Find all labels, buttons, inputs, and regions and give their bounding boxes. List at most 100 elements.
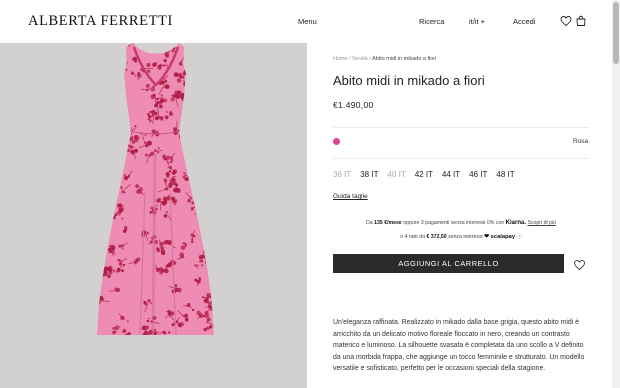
flower-motif bbox=[201, 146, 213, 156]
flower-motif bbox=[210, 274, 214, 283]
flower-motif bbox=[105, 208, 115, 219]
size-guide-link[interactable]: Guida taglie bbox=[333, 193, 368, 200]
klarna-logo: Klarna. bbox=[505, 220, 526, 226]
size-option[interactable]: 46 IT bbox=[469, 170, 487, 179]
flower-motif bbox=[192, 113, 204, 126]
flower-motif bbox=[104, 86, 112, 100]
flower-motif bbox=[97, 132, 107, 143]
brand-logo[interactable]: ALBERTA FERRETTI bbox=[28, 13, 173, 30]
scalapay-amount: € 372,50 bbox=[426, 234, 447, 240]
flower-motif bbox=[109, 157, 120, 166]
flower-motif bbox=[210, 172, 214, 181]
flower-motif bbox=[97, 75, 101, 86]
flower-motif bbox=[186, 53, 195, 60]
size-option[interactable]: 38 IT bbox=[360, 170, 378, 179]
scalapay-installments: o 4 rate da € 372,50 senza interessi ❤ s… bbox=[333, 233, 589, 240]
breadcrumb-separator: / bbox=[369, 56, 371, 62]
size-option[interactable]: 42 IT bbox=[415, 170, 433, 179]
flower-motif bbox=[192, 51, 202, 64]
klarna-prefix: Da bbox=[366, 220, 373, 226]
breadcrumb-separator: / bbox=[349, 56, 351, 62]
flower-motif bbox=[209, 132, 214, 139]
flower-motif bbox=[198, 129, 206, 139]
flower-motif bbox=[104, 138, 115, 149]
flower-motif bbox=[102, 90, 111, 99]
scalapay-logo: ❤ scalapay bbox=[484, 234, 516, 240]
login-link[interactable]: Accedi bbox=[513, 17, 536, 26]
flower-motif bbox=[112, 43, 122, 49]
flower-motif bbox=[194, 178, 201, 188]
flower-motif bbox=[100, 141, 106, 155]
flower-motif bbox=[211, 190, 214, 198]
product-title: Abito midi in mikado a fiori bbox=[333, 73, 485, 88]
flower-motif bbox=[103, 92, 113, 102]
scrollbar-thumb[interactable] bbox=[613, 2, 619, 64]
flower-motif bbox=[210, 221, 214, 232]
flower-motif bbox=[107, 64, 118, 73]
breadcrumb: Home / Novità / Abito midi in mikado a f… bbox=[333, 56, 436, 62]
flower-motif bbox=[117, 131, 124, 142]
info-icon[interactable]: ⓘ bbox=[517, 234, 522, 240]
flower-motif bbox=[193, 82, 199, 89]
flower-motif bbox=[98, 55, 108, 70]
size-option[interactable]: 48 IT bbox=[496, 170, 514, 179]
flower-motif bbox=[109, 124, 119, 133]
bag-icon[interactable] bbox=[575, 15, 587, 27]
divider bbox=[333, 127, 589, 128]
product-price: €1.490,00 bbox=[333, 100, 374, 110]
flower-motif bbox=[195, 164, 200, 176]
color-swatch[interactable] bbox=[333, 138, 340, 145]
flower-motif bbox=[97, 92, 99, 95]
language-selector[interactable]: it/it + bbox=[469, 17, 485, 26]
wishlist-heart-icon[interactable] bbox=[573, 258, 586, 271]
flower-motif bbox=[117, 150, 125, 162]
flower-motif bbox=[97, 183, 98, 187]
size-selector: 36 IT 38 IT 40 IT 42 IT 44 IT 46 IT 48 I… bbox=[333, 170, 524, 179]
flower-motif bbox=[97, 250, 102, 259]
menu-link[interactable]: Menu bbox=[298, 17, 317, 26]
flower-motif bbox=[190, 117, 202, 123]
size-option[interactable]: 40 IT bbox=[387, 170, 405, 179]
flower-motif bbox=[103, 168, 111, 182]
flower-motif bbox=[97, 207, 108, 218]
flower-motif bbox=[200, 111, 208, 121]
scalapay-text: senza interessi bbox=[448, 234, 483, 240]
breadcrumb-home[interactable]: Home bbox=[333, 56, 348, 62]
flower-motif bbox=[97, 209, 98, 213]
flower-motif bbox=[97, 259, 99, 263]
flower-motif bbox=[105, 209, 116, 220]
add-to-cart-button[interactable]: AGGIUNGI AL CARRELLO bbox=[333, 254, 564, 273]
flower-motif bbox=[202, 81, 214, 91]
flower-motif bbox=[106, 202, 114, 214]
flower-motif bbox=[105, 165, 113, 177]
flower-motif bbox=[115, 111, 125, 117]
divider bbox=[333, 158, 589, 159]
scalapay-prefix: o 4 rate da bbox=[400, 234, 425, 240]
flower-motif bbox=[180, 115, 191, 126]
flower-motif bbox=[211, 45, 214, 51]
flower-motif bbox=[97, 217, 111, 226]
scrollbar[interactable] bbox=[612, 0, 620, 388]
flower-motif bbox=[111, 58, 122, 69]
heart-icon[interactable] bbox=[560, 15, 572, 27]
klarna-text: oppure 3 pagamenti senza interessi 0% co… bbox=[403, 220, 505, 226]
top-bar: ALBERTA FERRETTI Menu Ricerca it/it + Ac… bbox=[0, 0, 612, 43]
size-option[interactable]: 44 IT bbox=[442, 170, 460, 179]
search-link[interactable]: Ricerca bbox=[419, 17, 444, 26]
breadcrumb-section[interactable]: Novità bbox=[352, 56, 368, 62]
flower-motif bbox=[107, 47, 117, 60]
flower-motif bbox=[98, 155, 108, 167]
flower-motif bbox=[97, 103, 108, 114]
flower-motif bbox=[97, 94, 106, 102]
flower-motif bbox=[97, 155, 102, 164]
flower-motif bbox=[199, 179, 206, 194]
flower-motif bbox=[184, 149, 193, 159]
size-option[interactable]: 36 IT bbox=[333, 170, 351, 179]
flower-motif bbox=[178, 127, 188, 138]
product-image[interactable] bbox=[0, 43, 307, 388]
dress-illustration bbox=[97, 43, 214, 336]
breadcrumb-current: Abito midi in mikado a fiori bbox=[372, 56, 437, 62]
klarna-amount: 135 €/mese bbox=[374, 220, 402, 226]
klarna-learn-more-link[interactable]: Scopri di più bbox=[527, 220, 556, 226]
product-description: Un'eleganza raffinata. Realizzato in mik… bbox=[333, 319, 585, 372]
